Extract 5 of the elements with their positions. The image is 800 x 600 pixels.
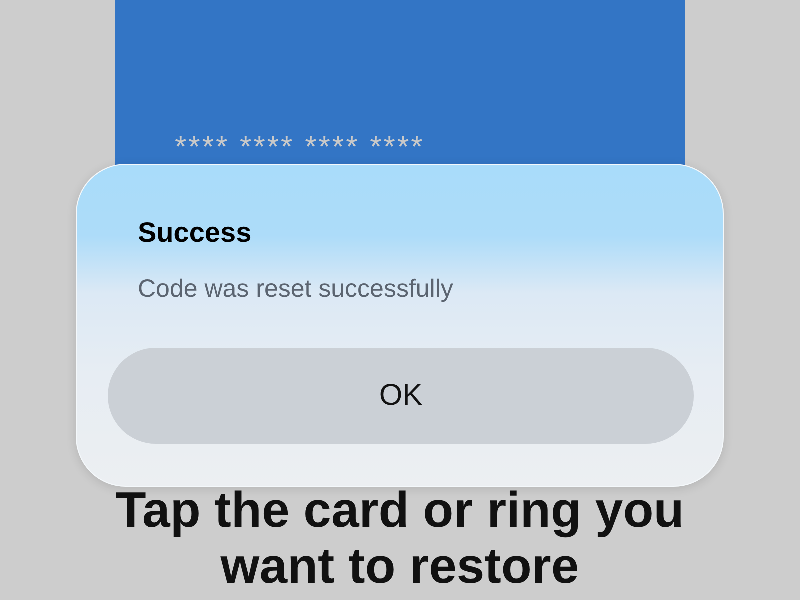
card-number: **** **** **** ****: [175, 136, 425, 160]
alert-message: Code was reset successfully: [137, 275, 454, 304]
ok-button[interactable]: OK: [108, 348, 694, 444]
alert-title: Success: [137, 217, 253, 249]
instruction-heading: Tap the card or ring you want to restore: [114, 482, 686, 594]
